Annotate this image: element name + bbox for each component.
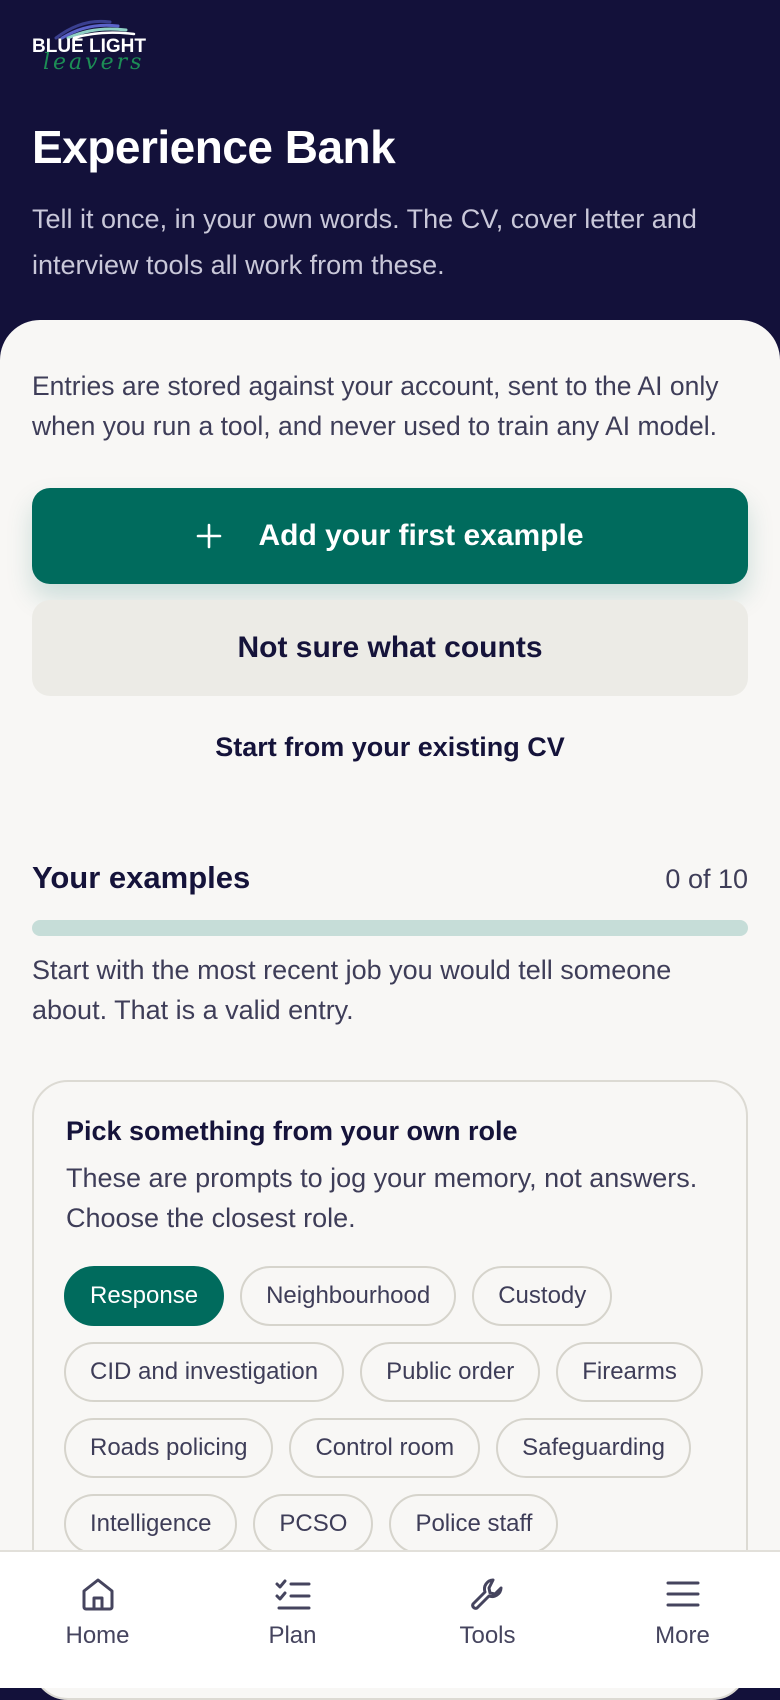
bottom-nav: Home Plan Tools More <box>0 1550 780 1688</box>
logo-text-bottom: leavers <box>43 50 145 75</box>
add-first-example-label: Add your first example <box>258 519 584 552</box>
examples-count: 0 of 10 <box>665 864 748 894</box>
nav-label-plan: Plan <box>268 1622 317 1649</box>
nav-label-home: Home <box>65 1622 130 1649</box>
start-from-cv-link[interactable]: Start from your existing CV <box>32 732 748 763</box>
examples-progress-bar <box>32 920 748 936</box>
content-sheet: Entries are stored against your account,… <box>0 320 780 1700</box>
role-chip[interactable]: Public order <box>360 1342 541 1402</box>
nav-item-tools[interactable]: Tools <box>390 1552 585 1688</box>
page-subtitle: Tell it once, in your own words. The CV,… <box>32 204 697 280</box>
menu-icon <box>666 1581 699 1607</box>
role-picker-description: These are prompts to jog your memory, no… <box>66 1163 698 1233</box>
role-chip[interactable]: Neighbourhood <box>240 1266 457 1326</box>
nav-label-tools: Tools <box>459 1622 516 1649</box>
role-chip[interactable]: Control room <box>289 1418 481 1478</box>
not-sure-what-counts-button[interactable]: Not sure what counts <box>32 600 748 696</box>
brand-logo[interactable]: BLUE LIGHT leavers <box>32 16 152 76</box>
examples-title: Your examples <box>32 860 251 895</box>
nav-item-plan[interactable]: Plan <box>195 1552 390 1688</box>
role-chip[interactable]: Firearms <box>556 1342 703 1402</box>
role-chip[interactable]: CID and investigation <box>64 1342 345 1402</box>
home-icon <box>82 1578 113 1611</box>
checklist-icon <box>275 1579 310 1610</box>
role-chip[interactable]: Intelligence <box>64 1494 238 1554</box>
privacy-note: Entries are stored against your account,… <box>32 371 719 441</box>
nav-label-more: More <box>655 1622 710 1649</box>
role-chip[interactable]: Response <box>64 1266 225 1326</box>
add-first-example-button[interactable]: Add your first example <box>32 488 748 584</box>
page-title: Experience Bank <box>32 121 396 173</box>
role-chip[interactable]: Police staff <box>389 1494 559 1554</box>
role-chip-list: Response Neighbourhood Custody CID and inve… <box>64 1266 734 1554</box>
wrench-icon <box>470 1578 502 1610</box>
role-chip[interactable]: Roads policing <box>64 1418 274 1478</box>
header: BLUE LIGHT leavers Experience Bank Tell … <box>0 0 780 340</box>
plus-icon <box>197 523 222 549</box>
role-picker-title: Pick something from your own role <box>66 1116 518 1146</box>
role-chip[interactable]: Safeguarding <box>496 1418 691 1478</box>
role-chip[interactable]: PCSO <box>253 1494 374 1554</box>
role-chip[interactable]: Custody <box>472 1266 613 1326</box>
nav-item-home[interactable]: Home <box>0 1552 195 1688</box>
examples-hint: Start with the most recent job you would… <box>32 955 672 1025</box>
nav-item-more[interactable]: More <box>585 1552 780 1688</box>
